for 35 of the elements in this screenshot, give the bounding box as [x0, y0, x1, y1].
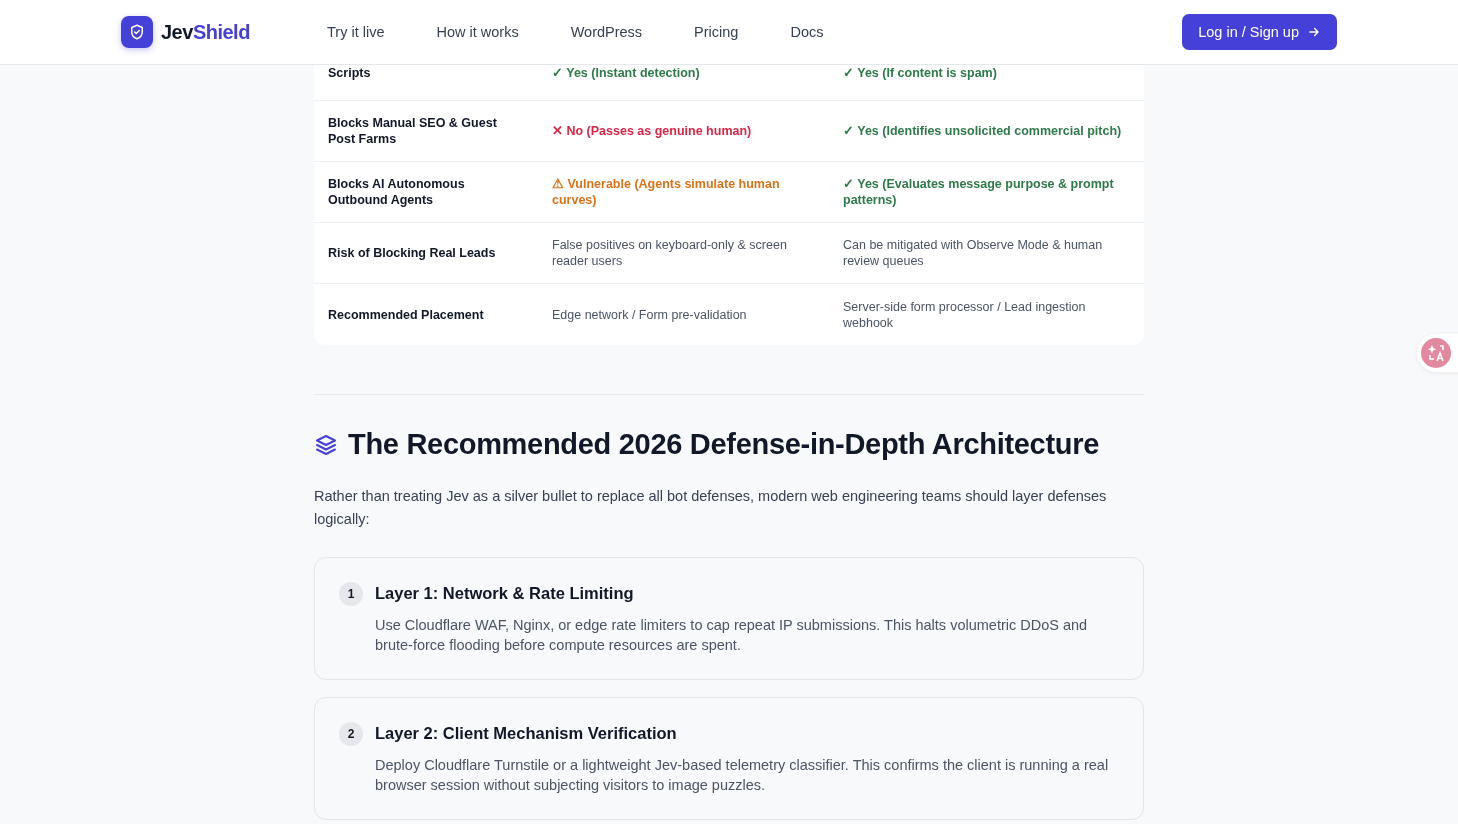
nav-link[interactable]: Try it live: [327, 24, 385, 40]
table-cell-text: Server-side form processor / Lead ingestion webhook: [842, 298, 1087, 331]
layer-title: Layer 1: Network & Rate Limiting: [375, 583, 635, 604]
table-cell-text: Edge network / Form pre-validation: [551, 306, 748, 323]
nav-link[interactable]: Docs: [790, 24, 824, 40]
table-cell-text: ✓ Yes (Evaluates message purpose & prompt patterns): [842, 176, 1115, 208]
step-number: 2: [339, 722, 363, 746]
shield-check-logo-icon: [121, 16, 153, 48]
table-cell-text: False positives on keyboard-only & screen reader users: [551, 237, 788, 269]
translate-button[interactable]: [1417, 334, 1458, 372]
table-cell-text: ✓ Yes (Identifies unsolicited commercial pitch): [842, 123, 1123, 139]
nav-link[interactable]: How it works: [436, 24, 519, 40]
table-cell-text: ✓ Yes (If content is spam): [842, 65, 998, 81]
section-heading: The Recommended 2026 Defense-in-Depth Architecture: [348, 428, 1099, 461]
table-cell-text: Recommended Placement: [327, 306, 485, 323]
brand-name[interactable]: JevShield: [161, 20, 250, 44]
table-cell-text: ✓ Yes (Instant detection): [551, 65, 701, 81]
layer-title: Layer 2: Client Mechanism Verification: [375, 723, 678, 744]
nav-link[interactable]: WordPress: [570, 24, 643, 40]
intro-paragraph: Rather than treating Jev as a silver bullet to replace all bot defenses, modern web engineering teams should layer defenses logically:: [314, 487, 1108, 529]
arrow-right-icon: [1307, 25, 1321, 39]
layer-description: Deploy Cloudflare Turnstile or a lightweight Jev-based telemetry classifier. This confirms the client is running a real browser session without subjecting visitors to image puzzles.: [375, 756, 1110, 795]
table-cell-text: Can be mitigated with Observe Mode & human review queues: [842, 237, 1104, 269]
translate-icon: [1421, 338, 1451, 368]
table-cell-text: Blocks Manual SEO & Guest Post Farms: [327, 115, 498, 147]
table-cell-text: Blocks AI Autonomous Outbound Agents: [327, 176, 466, 208]
step-number: 1: [339, 582, 363, 606]
layer-description: Use Cloudflare WAF, Nginx, or edge rate limiters to cap repeat IP submissions. This halts volumetric DDoS and brute-force flooding before compute resources are spent.: [375, 616, 1089, 655]
table-cell-text: ✕ No (Passes as genuine human): [551, 123, 753, 139]
table-cell-text: ⚠ Vulnerable (Agents simulate human curves): [551, 176, 781, 208]
layers-icon: [314, 432, 338, 457]
login-signup-button[interactable]: Log in / Sign up: [1182, 14, 1337, 50]
table-cell-text: Scripts: [327, 65, 372, 81]
nav-link[interactable]: Pricing: [694, 24, 739, 40]
table-cell-text: Risk of Blocking Real Leads: [327, 245, 497, 261]
